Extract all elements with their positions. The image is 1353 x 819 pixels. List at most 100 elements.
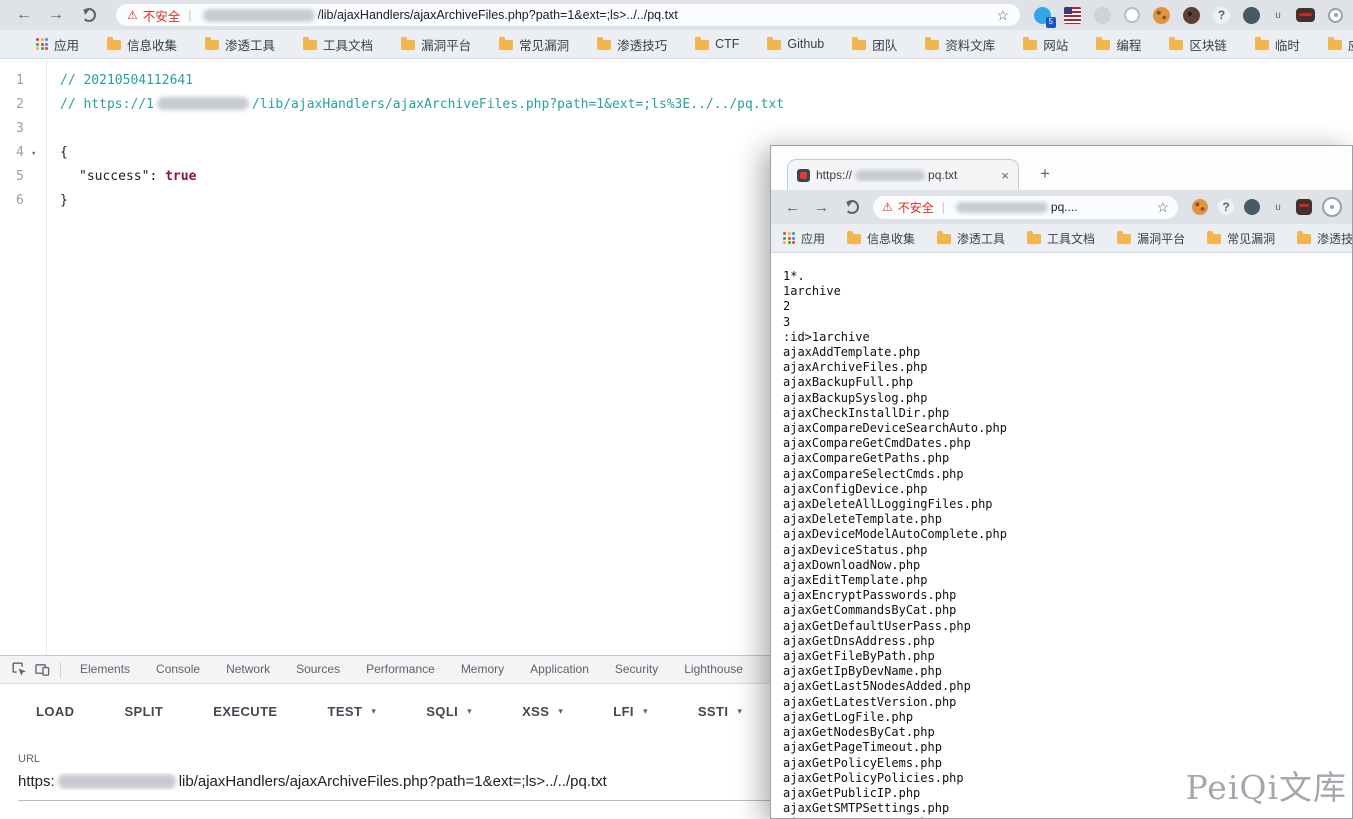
folder-icon xyxy=(303,40,317,50)
bookmark-folder[interactable]: Github xyxy=(767,37,824,51)
folder-icon xyxy=(107,40,121,50)
warning-triangle-icon: ⚠ xyxy=(127,8,138,22)
folder-icon xyxy=(852,40,866,50)
bookmark-folder[interactable]: 信息收集 xyxy=(107,35,177,54)
help-extension-icon[interactable]: ? xyxy=(1218,199,1234,215)
bookmark-label: 区块链 xyxy=(1189,35,1227,54)
devtools-tab[interactable]: Sources xyxy=(283,656,353,683)
devtools-tab[interactable]: Application xyxy=(517,656,602,683)
us-flag-extension-icon[interactable] xyxy=(1064,7,1081,24)
mask-extension-icon[interactable] xyxy=(1296,199,1312,215)
extension-badge: 5 xyxy=(1046,17,1056,28)
folder-icon xyxy=(1328,40,1342,50)
devtools-tab[interactable]: Network xyxy=(213,656,283,683)
bookmark-folder[interactable]: 团队 xyxy=(852,35,897,54)
fold-caret-icon[interactable]: ▾ xyxy=(31,142,36,166)
u-extension-icon[interactable]: u xyxy=(1273,7,1283,24)
inspect-element-icon[interactable] xyxy=(12,662,27,677)
cookie-extension-icon[interactable] xyxy=(1192,199,1208,215)
popup-address-bar[interactable]: ⚠ 不安全 | pq.... ☆ xyxy=(873,196,1178,219)
bookmark-folder[interactable]: CTF xyxy=(695,37,739,51)
tab-title: https:// pq.txt xyxy=(816,168,995,182)
bookmark-folder[interactable]: 区块链 xyxy=(1169,35,1227,54)
bookmark-folder[interactable]: 渗透技巧 xyxy=(1297,230,1352,247)
bookmark-label: 漏洞平台 xyxy=(421,35,471,54)
file-list-line: 1*. xyxy=(783,269,1352,284)
not-secure-label[interactable]: 不安全 xyxy=(898,199,934,216)
devtools-tab[interactable]: Lighthouse xyxy=(671,656,756,683)
bookmark-folder[interactable]: 编程 xyxy=(1096,35,1141,54)
bookmark-folder[interactable]: 常见漏洞 xyxy=(1207,230,1275,247)
reload-icon[interactable] xyxy=(82,8,96,22)
bookmark-label: 常见漏洞 xyxy=(1227,230,1275,247)
bookmark-folder[interactable]: 资料文库 xyxy=(925,35,995,54)
bookmark-apps[interactable]: 应用 xyxy=(783,230,825,247)
help-extension-icon[interactable]: ? xyxy=(1213,7,1230,24)
record-extension-icon[interactable] xyxy=(1322,197,1342,217)
bookmark-folder[interactable]: 应急响应中心 xyxy=(1328,35,1353,54)
extensions-area: ? u xyxy=(1192,197,1342,217)
hackbar-button[interactable]: TEST ▾ xyxy=(327,704,376,719)
mask-extension-icon[interactable] xyxy=(1296,8,1315,22)
bookmark-apps[interactable]: 应用 xyxy=(36,35,79,54)
screen: ← → ⚠ 不安全 | /lib/ajaxHandlers/ajaxArchiv… xyxy=(0,0,1353,819)
address-bar[interactable]: ⚠ 不安全 | /lib/ajaxHandlers/ajaxArchiveFil… xyxy=(116,4,1020,26)
back-icon[interactable]: ← xyxy=(16,7,32,23)
globe-extension-icon[interactable] xyxy=(1243,7,1260,24)
bookmark-folder[interactable]: 网站 xyxy=(1023,35,1068,54)
back-icon[interactable]: ← xyxy=(785,200,800,215)
devtools-tab[interactable]: Elements xyxy=(67,656,143,683)
hackbar-button[interactable]: SQLI ▾ xyxy=(426,704,472,719)
bookmark-folder[interactable]: 工具文档 xyxy=(1027,230,1095,247)
devtools-tab[interactable]: Security xyxy=(602,656,671,683)
hackbar-button[interactable]: SPLIT ▾ xyxy=(124,704,163,719)
bookmark-star-icon[interactable]: ☆ xyxy=(988,7,1009,24)
file-list-line: ajaxDeleteTemplate.php xyxy=(783,512,1352,527)
hackbar-button[interactable]: XSS ▾ xyxy=(522,704,563,719)
hackbar-button[interactable]: EXECUTE ▾ xyxy=(213,704,277,719)
cookie-extension-icon[interactable] xyxy=(1153,7,1170,24)
bookmark-folder[interactable]: 渗透工具 xyxy=(205,35,275,54)
bookmark-folder[interactable]: 渗透工具 xyxy=(937,230,1005,247)
hackbar-button[interactable]: SSTI ▾ xyxy=(698,704,742,719)
tab-close-icon[interactable]: × xyxy=(1001,168,1009,183)
hackbar-button[interactable]: LOAD ▾ xyxy=(36,704,74,719)
devtools-tab[interactable]: Console xyxy=(143,656,213,683)
file-list-line: :id>1archive xyxy=(783,330,1352,345)
bookmark-star-icon[interactable]: ☆ xyxy=(1148,199,1169,216)
bookmark-folder[interactable]: 工具文档 xyxy=(303,35,373,54)
bookmark-folder[interactable]: 漏洞平台 xyxy=(1117,230,1185,247)
forward-icon[interactable]: → xyxy=(814,200,829,215)
hackbar-button[interactable]: LFI ▾ xyxy=(613,704,648,719)
globe-extension-icon[interactable] xyxy=(1244,199,1260,215)
bookmark-folder[interactable]: 漏洞平台 xyxy=(401,35,471,54)
apps-grid-icon xyxy=(36,38,48,50)
popup-bookmarks-bar: 应用 信息收集 渗透工具 工具文档 xyxy=(771,224,1352,253)
dark-cookie-extension-icon[interactable] xyxy=(1183,7,1200,24)
devtools-tab[interactable]: Memory xyxy=(448,656,517,683)
file-list-line: ajaxGetDnsAddress.php xyxy=(783,634,1352,649)
forward-icon[interactable]: → xyxy=(48,7,64,23)
reload-icon[interactable] xyxy=(845,200,859,214)
ring-extension-icon[interactable] xyxy=(1124,7,1140,23)
bookmark-folder[interactable]: 渗透技巧 xyxy=(597,35,667,54)
record-extension-icon[interactable] xyxy=(1328,8,1343,23)
bookmark-label: 渗透技巧 xyxy=(617,35,667,54)
code-line-3 xyxy=(60,117,1353,141)
u-extension-icon[interactable]: u xyxy=(1270,199,1286,215)
devtools-tab[interactable]: Performance xyxy=(353,656,448,683)
pin-extension-icon[interactable] xyxy=(1094,7,1111,24)
bookmark-label: 团队 xyxy=(872,35,897,54)
not-secure-label[interactable]: 不安全 xyxy=(143,6,181,25)
popup-tab[interactable]: https:// pq.txt × xyxy=(787,159,1019,190)
bookmark-folder[interactable]: 信息收集 xyxy=(847,230,915,247)
new-tab-button[interactable]: + xyxy=(1033,162,1057,186)
folder-icon xyxy=(401,40,415,50)
device-toolbar-icon[interactable] xyxy=(35,662,50,677)
bookmark-folder[interactable]: 常见漏洞 xyxy=(499,35,569,54)
bird-extension-icon[interactable]: 5 xyxy=(1034,7,1051,24)
hackbar-button-label: LOAD xyxy=(36,704,74,719)
hackbar-button-label: LFI xyxy=(613,704,634,719)
file-list-line: 1archive xyxy=(783,284,1352,299)
bookmark-folder[interactable]: 临时 xyxy=(1255,35,1300,54)
